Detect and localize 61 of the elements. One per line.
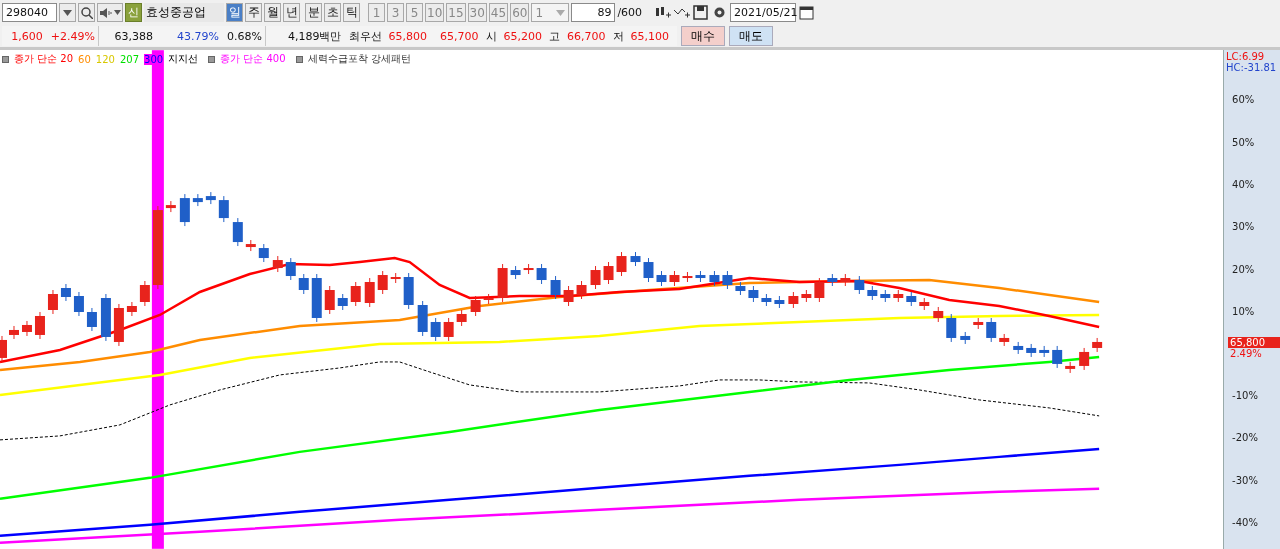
buy-button[interactable]: 매수 (681, 26, 725, 46)
axis-tick-label: 20% (1232, 264, 1255, 275)
low-change-label: LC:6.99 (1226, 51, 1265, 62)
volume-value: 63,388 (114, 29, 154, 43)
change-percent: +2.49% (50, 29, 95, 43)
axis-tick-label: 60% (1232, 94, 1255, 105)
period-tab[interactable]: 틱 (343, 3, 360, 22)
count-field[interactable]: 89 (571, 3, 616, 22)
stock-code-field[interactable]: 298040 (2, 3, 57, 22)
legend-label: 300 (144, 53, 164, 65)
period-tab[interactable]: 년 (283, 3, 300, 22)
axis-tick-label: 30% (1232, 221, 1255, 232)
ask-price: 65,800 (388, 29, 427, 43)
legend-label: 60 (78, 53, 91, 65)
axis-tick-label: -20% (1232, 432, 1258, 443)
current-change-label: 2.49% (1230, 348, 1262, 359)
search-icon[interactable] (78, 3, 95, 22)
turnover-rate: 0.68% (227, 29, 262, 43)
period-tab[interactable]: 일 (226, 3, 243, 22)
period-tab[interactable]: 초 (324, 3, 341, 22)
price-label: 고 (549, 28, 560, 44)
legend-label: 120 (95, 53, 115, 65)
axis-tick-label: -30% (1232, 475, 1258, 486)
price-value: 66,700 (567, 29, 606, 43)
date-field[interactable]: 2021/05/21 (730, 3, 797, 22)
high-change-label: HC:-31.81 (1226, 62, 1277, 73)
price-value: 65,200 (503, 29, 542, 43)
change-value: 1,600 (11, 29, 43, 43)
candle-add-icon[interactable] (654, 4, 672, 21)
axis-tick-label: 50% (1232, 137, 1255, 148)
sell-button[interactable]: 매도 (729, 26, 773, 46)
bid-price: 65,700 (440, 29, 479, 43)
legend-label: 종가 단순 400 (220, 52, 286, 66)
axis-tick-label: -40% (1232, 517, 1258, 528)
axis-tick-label: 40% (1232, 179, 1255, 190)
current-price-tag: 65,800 (1228, 337, 1280, 348)
save-icon[interactable] (692, 4, 710, 21)
price-label: 시 (485, 28, 497, 44)
axis-tick-label: -10% (1232, 390, 1258, 401)
best-price-label: 최우선 (348, 28, 382, 44)
price-value: 65,100 (630, 29, 669, 43)
stock-name: 효성중공업 (144, 3, 224, 22)
count-max: /600 (617, 6, 643, 19)
legend-label: 종가 단순 20 (14, 52, 74, 66)
calendar-icon[interactable] (798, 4, 816, 21)
legend-label: 지지선 (168, 52, 199, 66)
dropdown-caret-icon[interactable] (59, 3, 76, 22)
speaker-icon[interactable] (97, 3, 123, 22)
legend-marker-icon (2, 55, 9, 63)
volume-ratio: 43.79% (177, 29, 220, 43)
trade-amount: 4,189백만 (288, 28, 342, 44)
legend-label: 207 (119, 53, 139, 65)
period-tab[interactable]: 주 (245, 3, 262, 22)
legend-marker-icon (208, 55, 216, 63)
legend-marker-icon (295, 55, 303, 63)
period-tab[interactable]: 분 (305, 3, 322, 22)
period-tab[interactable]: 월 (264, 3, 281, 22)
axis-tick-label: 10% (1232, 306, 1255, 317)
price-label: 저 (612, 28, 624, 44)
legend-label: 세력수급포착 강세패턴 (307, 52, 411, 66)
new-listing-badge: 신 (125, 3, 142, 22)
